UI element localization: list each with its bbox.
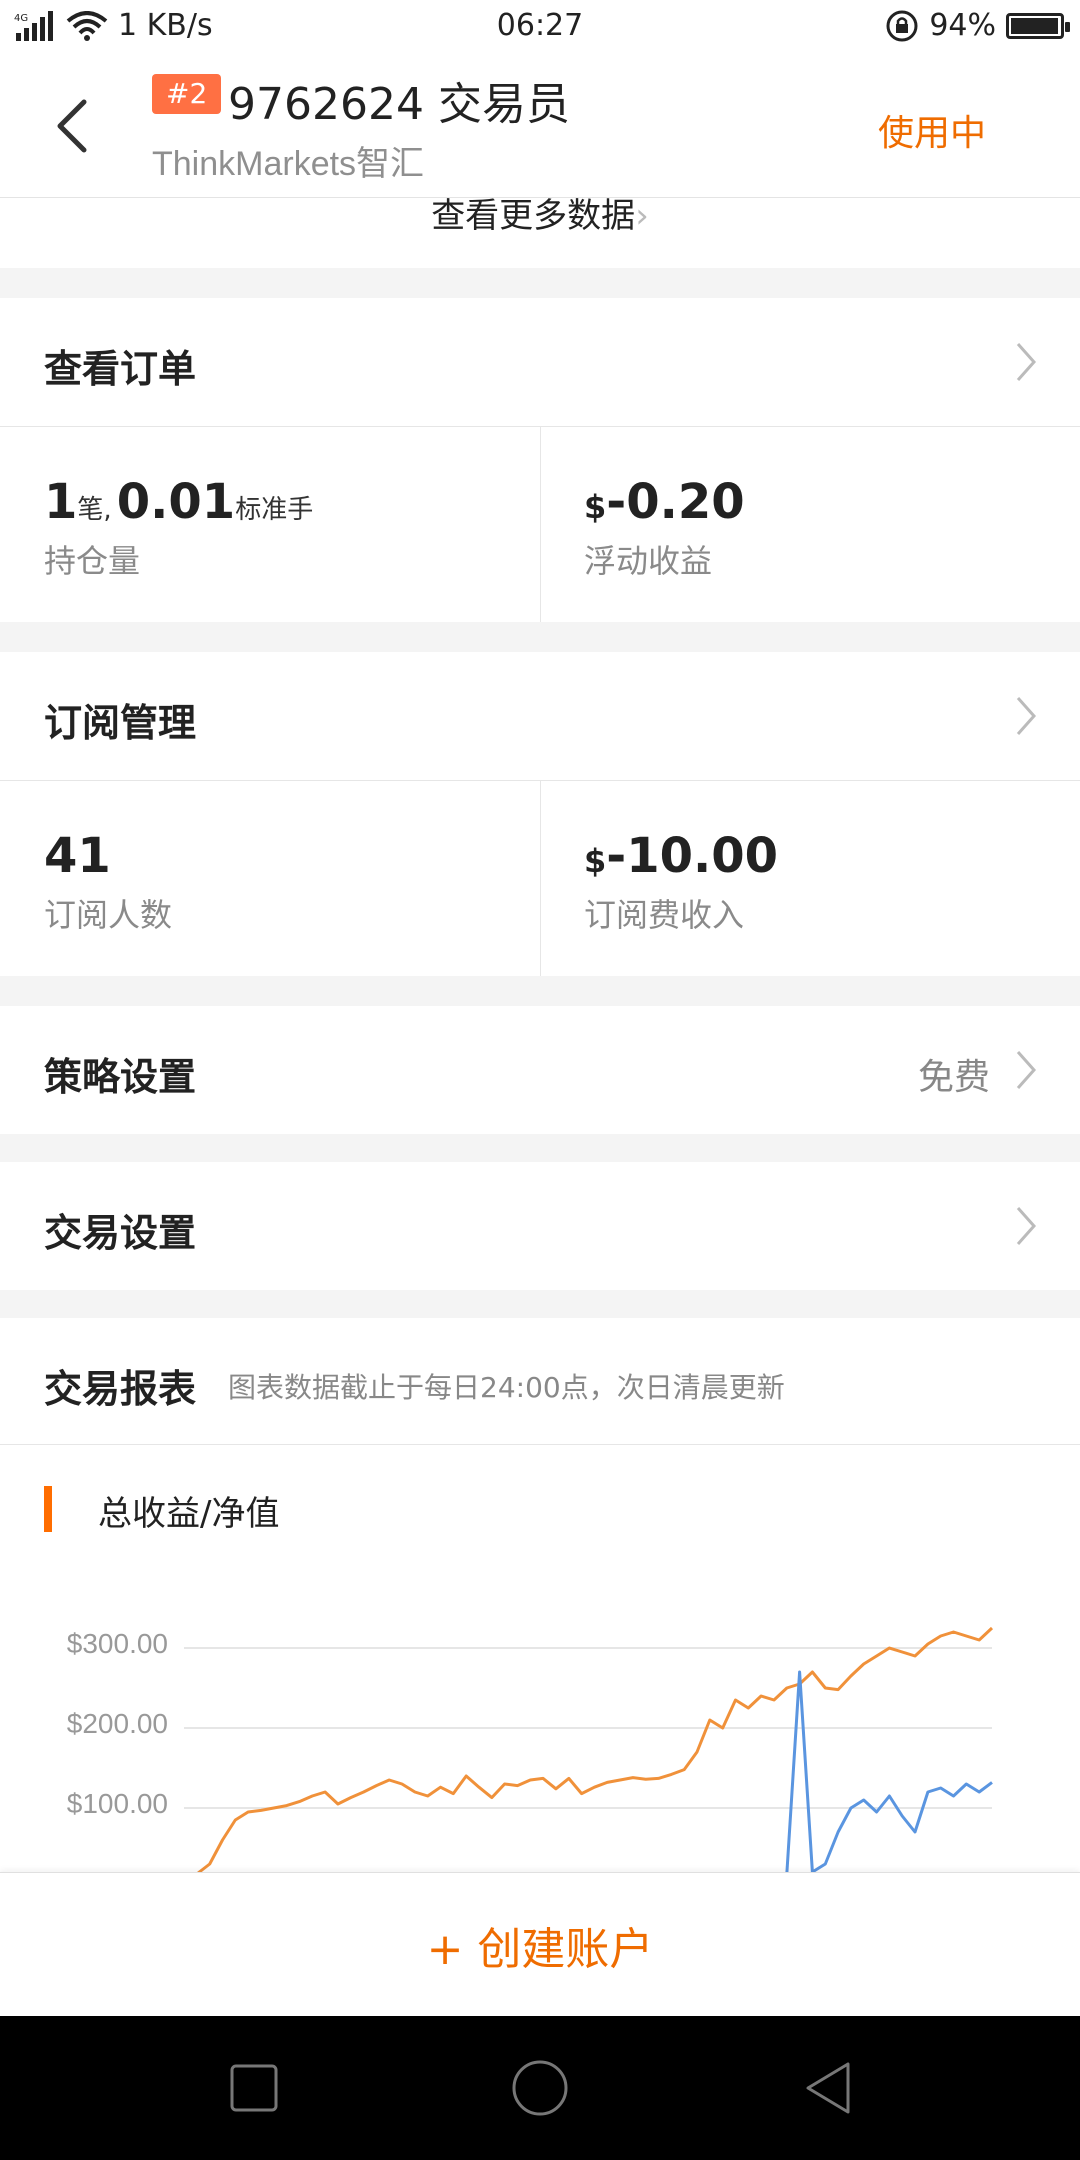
subscription-management-row[interactable]: 订阅管理: [0, 652, 1080, 780]
position-stat: 1笔, 0.01标准手 持仓量: [44, 474, 313, 582]
subscriber-label: 订阅人数: [44, 896, 173, 934]
rotation-lock-icon: [886, 10, 918, 41]
currency-symbol: $: [584, 488, 607, 526]
trade-settings-row[interactable]: 交易设置: [0, 1162, 1080, 1290]
orders-card: 查看订单 1笔, 0.01标准手 持仓量 $-0.20 浮动收益: [0, 298, 1080, 622]
header: #2 9762624 交易员 ThinkMarkets智汇 使用中: [0, 54, 1080, 198]
view-orders-title: 查看订单: [44, 347, 197, 391]
fee-income-label: 订阅费收入: [584, 896, 745, 934]
strategy-settings-row[interactable]: 策略设置 免费: [0, 1006, 1080, 1134]
strategy-title: 策略设置: [44, 1055, 197, 1099]
back-arrow-icon[interactable]: [46, 96, 106, 156]
position-count: 1: [44, 474, 78, 530]
system-nav-bar: [0, 2016, 1080, 2160]
subscriptions-card: 订阅管理 41 订阅人数 $-10.00 订阅费收入: [0, 652, 1080, 976]
position-label: 持仓量: [44, 542, 141, 580]
create-account-button[interactable]: + 创建账户: [0, 1913, 1080, 1977]
floating-pnl-label: 浮动收益: [584, 542, 713, 580]
trade-report-card: 交易报表 图表数据截止于每日24:00点，次日清晨更新 总收益/净值 $300.…: [0, 1318, 1080, 1878]
status-right: 94%: [885, 8, 1070, 43]
trade-settings-title: 交易设置: [44, 1211, 197, 1255]
broker-name: ThinkMarkets智汇: [152, 145, 425, 183]
profit-equity-chart: [184, 1626, 994, 1876]
subscriber-count: 41: [44, 828, 111, 884]
rank-badge: #2: [152, 74, 222, 114]
currency-symbol: $: [584, 842, 607, 880]
recent-apps-icon[interactable]: [222, 2056, 286, 2120]
floating-pnl-amount: -0.20: [606, 474, 745, 530]
position-lots-unit: 标准手: [235, 495, 314, 525]
position-value: 1笔, 0.01标准手: [44, 474, 313, 530]
position-count-unit: 笔,: [77, 495, 112, 525]
subscriber-stat: 41 订阅人数: [44, 828, 172, 936]
chevron-right-icon: ›: [635, 196, 649, 236]
floating-pnl-value: $-0.20: [584, 474, 745, 530]
vertical-divider: [540, 780, 541, 976]
chevron-right-icon: [1016, 343, 1037, 381]
fee-income-stat: $-10.00 订阅费收入: [584, 828, 778, 936]
vertical-divider: [540, 426, 541, 622]
back-triangle-icon[interactable]: [796, 2056, 860, 2120]
subscription-title: 订阅管理: [44, 701, 197, 745]
status-bar: 4G 1 KB/s 06:27 94%: [0, 0, 1080, 54]
battery-percent: 94%: [929, 8, 996, 43]
chevron-right-icon: [1016, 697, 1037, 735]
create-account-bar: + 创建账户: [0, 1872, 1080, 2016]
strategy-value: 免费: [917, 1057, 990, 1098]
floating-pnl-stat: $-0.20 浮动收益: [584, 474, 745, 582]
total-profit-line: [184, 1626, 994, 1876]
chevron-right-icon: [1016, 1207, 1037, 1245]
more-data-row[interactable]: 查看更多数据›: [0, 196, 1080, 268]
more-data-link[interactable]: 查看更多数据›: [0, 188, 1080, 237]
home-icon[interactable]: [508, 2056, 572, 2120]
view-orders-row[interactable]: 查看订单: [0, 298, 1080, 426]
battery-level: [1011, 17, 1058, 34]
chevron-right-icon: [1016, 1051, 1037, 1089]
battery-icon: [1006, 12, 1070, 39]
account-title: 9762624 交易员: [228, 79, 570, 130]
fee-income-amount: -10.00: [606, 828, 779, 884]
position-lots: 0.01: [116, 474, 236, 530]
equity-line: [184, 1670, 993, 1876]
status-in-use[interactable]: 使用中: [878, 104, 986, 156]
